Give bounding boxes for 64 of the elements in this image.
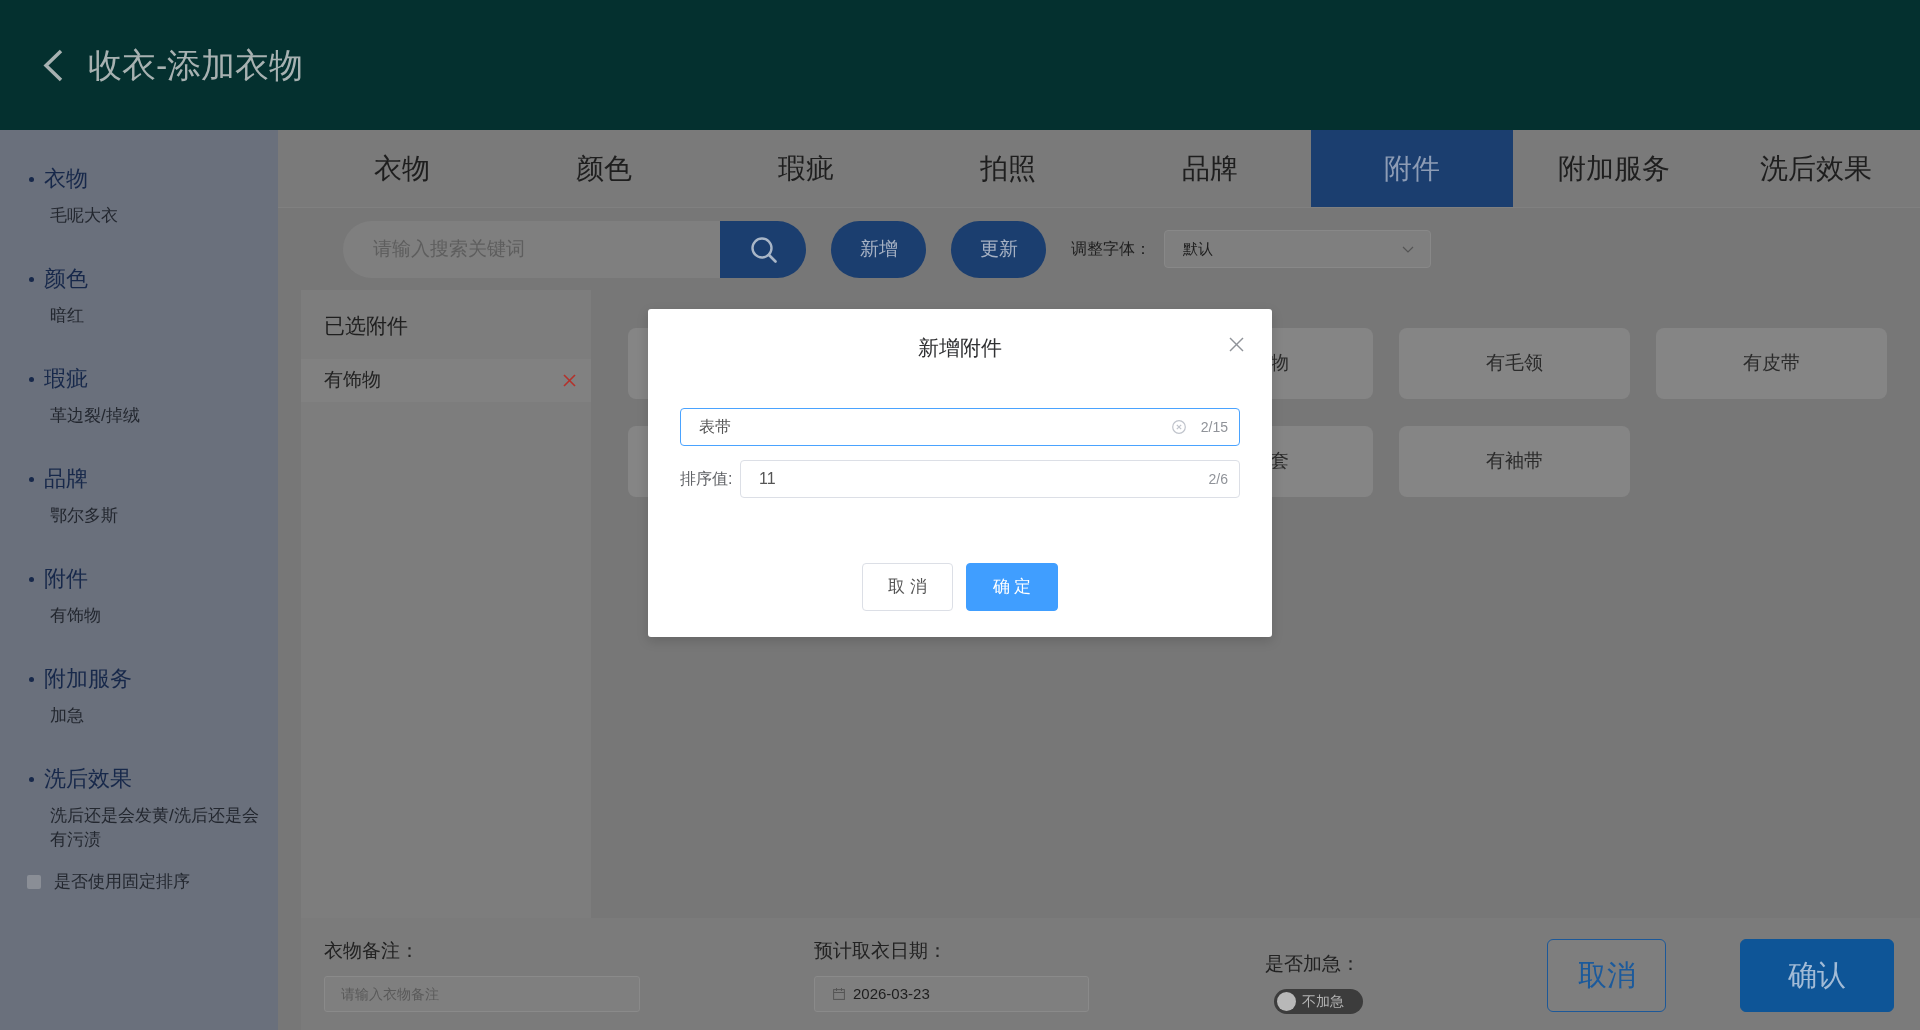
summary-value: 有饰物 [50,605,102,627]
bullet-icon [29,776,34,782]
bullet-icon [29,176,34,182]
urgent-switch[interactable]: 不加急 [1274,989,1363,1014]
calendar-icon [833,988,845,1000]
summary-heading: 瑕疵 [44,365,88,393]
toolbar-button[interactable]: 新增 [831,220,926,278]
name-field[interactable]: 表带 2/15 [680,408,1240,446]
date-field[interactable]: 2026-03-23 [814,976,1089,1012]
summary-value: 暗红 [50,305,85,327]
summary-value: 革边裂/掉绒 [50,405,141,427]
toolbar-button[interactable]: 更新 [951,220,1046,278]
summary-value: 鄂尔多斯 [50,505,119,527]
char-counter: 2/6 [1208,469,1228,489]
summary-value: 洗后还是会发黄/洗后还是会有污渍 [50,805,260,851]
summary-heading: 衣物 [44,165,88,193]
field-label: 预计取衣日期： [814,939,948,963]
bullet-icon [29,576,34,582]
option-card[interactable]: 有袖带 [1399,426,1630,497]
panel-title: 已选附件 [323,313,409,339]
selected-item[interactable]: 有饰物 [301,359,591,402]
char-counter: 2/15 [1200,417,1228,437]
summary-value: 加急 [50,705,85,727]
summary-heading: 颜色 [44,265,88,293]
confirm-button[interactable]: 确认 [1740,939,1894,1012]
chevron-down-icon [1402,245,1414,253]
bullet-icon [29,376,34,382]
summary-heading: 附件 [44,565,88,593]
tab[interactable]: 洗后效果 [1715,130,1917,207]
option-card[interactable]: 有毛领 [1399,328,1630,399]
clear-icon[interactable] [1171,420,1186,434]
summary-value: 毛呢大衣 [50,205,119,227]
checkbox-label: 是否使用固定排序 [54,872,190,892]
field-label: 排序值: [680,469,734,489]
tab[interactable]: 附加服务 [1513,130,1715,207]
tab[interactable]: 瑕疵 [705,130,907,207]
search-icon [749,235,777,263]
tab[interactable]: 品牌 [1109,130,1311,207]
font-select[interactable]: 默认 [1164,230,1431,268]
tab[interactable]: 拍照 [907,130,1109,207]
back-icon[interactable] [43,48,64,82]
summary-heading: 附加服务 [44,665,132,693]
tab[interactable]: 颜色 [503,130,705,207]
bullet-icon [29,276,34,282]
knob-icon [1277,992,1296,1011]
dialog-title: 新增附件 [918,335,1002,361]
option-card[interactable]: 有皮带 [1656,328,1887,399]
field-label: 衣物备注： [324,939,420,963]
bullet-icon [29,476,34,482]
field-label: 调整字体： [1071,239,1151,259]
summary-heading: 品牌 [44,465,88,493]
confirm-button[interactable]: 确 定 [966,563,1058,611]
field-label: 是否加急： [1265,952,1361,976]
remove-icon[interactable] [563,374,576,387]
summary-heading: 洗后效果 [44,765,132,793]
checkbox[interactable] [27,875,41,889]
bullet-icon [29,676,34,682]
sort-field[interactable]: 11 2/6 [740,460,1240,498]
tab[interactable]: 附件 [1311,130,1513,207]
cancel-button[interactable]: 取 消 [862,563,953,611]
tab[interactable]: 衣物 [301,130,503,207]
close-icon[interactable] [1229,337,1244,352]
page-title: 收衣-添加衣物 [88,45,304,85]
search-button[interactable] [720,220,806,278]
